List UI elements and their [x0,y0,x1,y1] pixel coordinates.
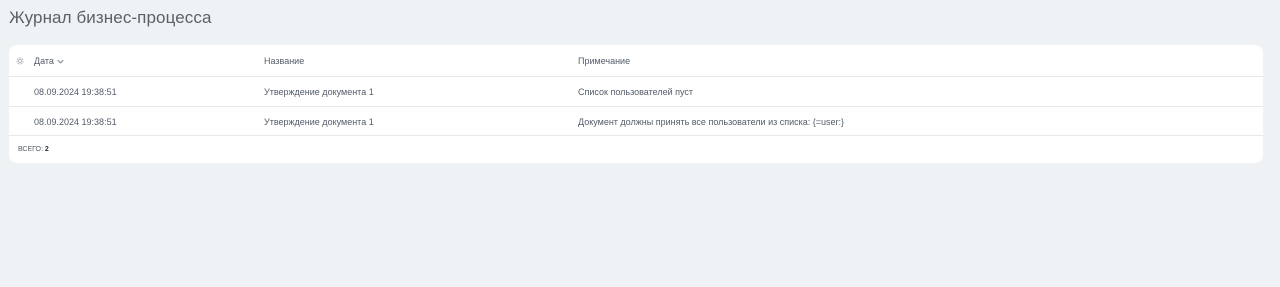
chevron-down-icon [57,59,64,64]
column-header-date[interactable]: Дата [34,56,64,67]
column-header-date-label: Дата [34,56,54,66]
gear-icon[interactable] [15,56,25,66]
total-count: 2 [44,146,49,153]
page-title: Журнал бизнес-процесса [9,8,212,27]
cell-note: Список пользователей пуст [578,87,693,97]
cell-note: Документ должны принять все пользователи… [578,117,845,127]
total-label: всего: [18,146,43,153]
grid-footer-total: всего: 2 [18,146,49,153]
cell-name: Утверждение документа 1 [264,117,374,127]
grid-header-row: Дата Название Примечание [9,45,1263,77]
cell-date: 08.09.2024 19:38:51 [34,117,117,127]
column-header-note: Примечание [578,56,631,66]
log-grid: Дата Название Примечание 08.09.2024 19:3… [9,45,1263,163]
column-header-name: Название [264,56,305,66]
cell-date: 08.09.2024 19:38:51 [34,87,117,97]
table-row: 08.09.2024 19:38:51 Утверждение документ… [9,107,1263,136]
cell-name: Утверждение документа 1 [264,87,374,97]
table-row: 08.09.2024 19:38:51 Утверждение документ… [9,77,1263,107]
